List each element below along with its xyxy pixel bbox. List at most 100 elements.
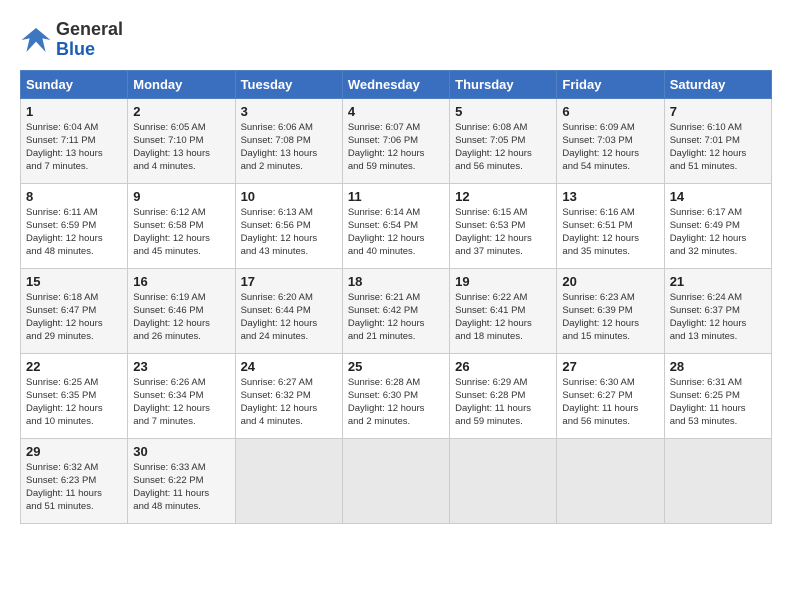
calendar-cell [450, 438, 557, 523]
day-number: 28 [670, 359, 766, 374]
day-detail: Sunrise: 6:15 AM Sunset: 6:53 PM Dayligh… [455, 206, 551, 259]
calendar-cell: 23 Sunrise: 6:26 AM Sunset: 6:34 PM Dayli… [128, 353, 235, 438]
calendar-cell: 1 Sunrise: 6:04 AM Sunset: 7:11 PM Daylig… [21, 98, 128, 183]
day-detail: Sunrise: 6:07 AM Sunset: 7:06 PM Dayligh… [348, 121, 444, 174]
day-number: 26 [455, 359, 551, 374]
day-detail: Sunrise: 6:27 AM Sunset: 6:32 PM Dayligh… [241, 376, 337, 429]
day-detail: Sunrise: 6:08 AM Sunset: 7:05 PM Dayligh… [455, 121, 551, 174]
calendar-week-row: 8 Sunrise: 6:11 AM Sunset: 6:59 PM Daylig… [21, 183, 772, 268]
day-number: 9 [133, 189, 229, 204]
day-number: 24 [241, 359, 337, 374]
calendar-cell: 5 Sunrise: 6:08 AM Sunset: 7:05 PM Daylig… [450, 98, 557, 183]
day-number: 18 [348, 274, 444, 289]
day-header-wednesday: Wednesday [342, 70, 449, 98]
calendar-cell: 4 Sunrise: 6:07 AM Sunset: 7:06 PM Daylig… [342, 98, 449, 183]
day-detail: Sunrise: 6:23 AM Sunset: 6:39 PM Dayligh… [562, 291, 658, 344]
day-detail: Sunrise: 6:17 AM Sunset: 6:49 PM Dayligh… [670, 206, 766, 259]
calendar-cell: 9 Sunrise: 6:12 AM Sunset: 6:58 PM Daylig… [128, 183, 235, 268]
calendar-week-row: 15 Sunrise: 6:18 AM Sunset: 6:47 PM Dayli… [21, 268, 772, 353]
day-detail: Sunrise: 6:22 AM Sunset: 6:41 PM Dayligh… [455, 291, 551, 344]
logo-text: General Blue [56, 20, 123, 60]
day-number: 1 [26, 104, 122, 119]
calendar-cell: 10Sunrise: 6:13 AM Sunset: 6:56 PM Dayli… [235, 183, 342, 268]
calendar-cell: 17Sunrise: 6:20 AM Sunset: 6:44 PM Dayli… [235, 268, 342, 353]
day-header-monday: Monday [128, 70, 235, 98]
day-header-saturday: Saturday [664, 70, 771, 98]
day-detail: Sunrise: 6:31 AM Sunset: 6:25 PM Dayligh… [670, 376, 766, 429]
calendar-cell: 18 Sunrise: 6:21 AM Sunset: 6:42 PM Dayli… [342, 268, 449, 353]
day-number: 2 [133, 104, 229, 119]
day-number: 8 [26, 189, 122, 204]
calendar-table: SundayMondayTuesdayWednesdayThursdayFrid… [20, 70, 772, 524]
calendar-cell [664, 438, 771, 523]
day-number: 22 [26, 359, 122, 374]
day-number: 3 [241, 104, 337, 119]
calendar-cell: 13 Sunrise: 6:16 AM Sunset: 6:51 PM Dayli… [557, 183, 664, 268]
calendar-cell: 14 Sunrise: 6:17 AM Sunset: 6:49 PM Dayli… [664, 183, 771, 268]
day-header-thursday: Thursday [450, 70, 557, 98]
day-detail: Sunrise: 6:33 AM Sunset: 6:22 PM Dayligh… [133, 461, 229, 514]
day-number: 13 [562, 189, 658, 204]
calendar-cell [557, 438, 664, 523]
day-detail: Sunrise: 6:29 AM Sunset: 6:28 PM Dayligh… [455, 376, 551, 429]
day-number: 14 [670, 189, 766, 204]
day-number: 10 [241, 189, 337, 204]
day-detail: Sunrise: 6:05 AM Sunset: 7:10 PM Dayligh… [133, 121, 229, 174]
calendar-cell: 19 Sunrise: 6:22 AM Sunset: 6:41 PM Dayli… [450, 268, 557, 353]
day-detail: Sunrise: 6:11 AM Sunset: 6:59 PM Dayligh… [26, 206, 122, 259]
day-detail: Sunrise: 6:26 AM Sunset: 6:34 PM Dayligh… [133, 376, 229, 429]
day-number: 11 [348, 189, 444, 204]
day-number: 15 [26, 274, 122, 289]
logo-icon [20, 24, 52, 56]
calendar-cell [342, 438, 449, 523]
calendar-week-row: 29 Sunrise: 6:32 AM Sunset: 6:23 PM Dayli… [21, 438, 772, 523]
day-number: 16 [133, 274, 229, 289]
calendar-cell: 11 Sunrise: 6:14 AM Sunset: 6:54 PM Dayli… [342, 183, 449, 268]
calendar-cell: 20 Sunrise: 6:23 AM Sunset: 6:39 PM Dayli… [557, 268, 664, 353]
day-detail: Sunrise: 6:24 AM Sunset: 6:37 PM Dayligh… [670, 291, 766, 344]
calendar-cell: 24 Sunrise: 6:27 AM Sunset: 6:32 PM Dayli… [235, 353, 342, 438]
day-detail: Sunrise: 6:25 AM Sunset: 6:35 PM Dayligh… [26, 376, 122, 429]
calendar-cell: 3Sunrise: 6:06 AM Sunset: 7:08 PM Daylig… [235, 98, 342, 183]
calendar-week-row: 1 Sunrise: 6:04 AM Sunset: 7:11 PM Daylig… [21, 98, 772, 183]
calendar-cell: 7Sunrise: 6:10 AM Sunset: 7:01 PM Daylig… [664, 98, 771, 183]
day-detail: Sunrise: 6:14 AM Sunset: 6:54 PM Dayligh… [348, 206, 444, 259]
calendar-cell: 30 Sunrise: 6:33 AM Sunset: 6:22 PM Dayli… [128, 438, 235, 523]
day-number: 23 [133, 359, 229, 374]
day-number: 27 [562, 359, 658, 374]
day-number: 19 [455, 274, 551, 289]
calendar-cell: 12 Sunrise: 6:15 AM Sunset: 6:53 PM Dayli… [450, 183, 557, 268]
calendar-cell: 29 Sunrise: 6:32 AM Sunset: 6:23 PM Dayli… [21, 438, 128, 523]
day-detail: Sunrise: 6:28 AM Sunset: 6:30 PM Dayligh… [348, 376, 444, 429]
calendar-cell: 25Sunrise: 6:28 AM Sunset: 6:30 PM Dayli… [342, 353, 449, 438]
calendar-header-row: SundayMondayTuesdayWednesdayThursdayFrid… [21, 70, 772, 98]
day-detail: Sunrise: 6:18 AM Sunset: 6:47 PM Dayligh… [26, 291, 122, 344]
calendar-cell: 8 Sunrise: 6:11 AM Sunset: 6:59 PM Daylig… [21, 183, 128, 268]
day-header-friday: Friday [557, 70, 664, 98]
calendar-cell: 16 Sunrise: 6:19 AM Sunset: 6:46 PM Dayli… [128, 268, 235, 353]
day-detail: Sunrise: 6:20 AM Sunset: 6:44 PM Dayligh… [241, 291, 337, 344]
day-detail: Sunrise: 6:04 AM Sunset: 7:11 PM Dayligh… [26, 121, 122, 174]
calendar-cell [235, 438, 342, 523]
calendar-cell: 22 Sunrise: 6:25 AM Sunset: 6:35 PM Dayli… [21, 353, 128, 438]
day-number: 5 [455, 104, 551, 119]
day-detail: Sunrise: 6:19 AM Sunset: 6:46 PM Dayligh… [133, 291, 229, 344]
day-number: 30 [133, 444, 229, 459]
logo: General Blue [20, 20, 123, 60]
day-number: 7 [670, 104, 766, 119]
day-number: 29 [26, 444, 122, 459]
day-detail: Sunrise: 6:12 AM Sunset: 6:58 PM Dayligh… [133, 206, 229, 259]
day-number: 21 [670, 274, 766, 289]
day-number: 6 [562, 104, 658, 119]
day-number: 20 [562, 274, 658, 289]
day-detail: Sunrise: 6:16 AM Sunset: 6:51 PM Dayligh… [562, 206, 658, 259]
calendar-cell: 6Sunrise: 6:09 AM Sunset: 7:03 PM Daylig… [557, 98, 664, 183]
day-detail: Sunrise: 6:21 AM Sunset: 6:42 PM Dayligh… [348, 291, 444, 344]
day-detail: Sunrise: 6:32 AM Sunset: 6:23 PM Dayligh… [26, 461, 122, 514]
calendar-cell: 21 Sunrise: 6:24 AM Sunset: 6:37 PM Dayli… [664, 268, 771, 353]
calendar-cell: 2 Sunrise: 6:05 AM Sunset: 7:10 PM Daylig… [128, 98, 235, 183]
calendar-cell: 27Sunrise: 6:30 AM Sunset: 6:27 PM Dayli… [557, 353, 664, 438]
day-number: 4 [348, 104, 444, 119]
page-header: General Blue [20, 20, 772, 60]
day-number: 12 [455, 189, 551, 204]
